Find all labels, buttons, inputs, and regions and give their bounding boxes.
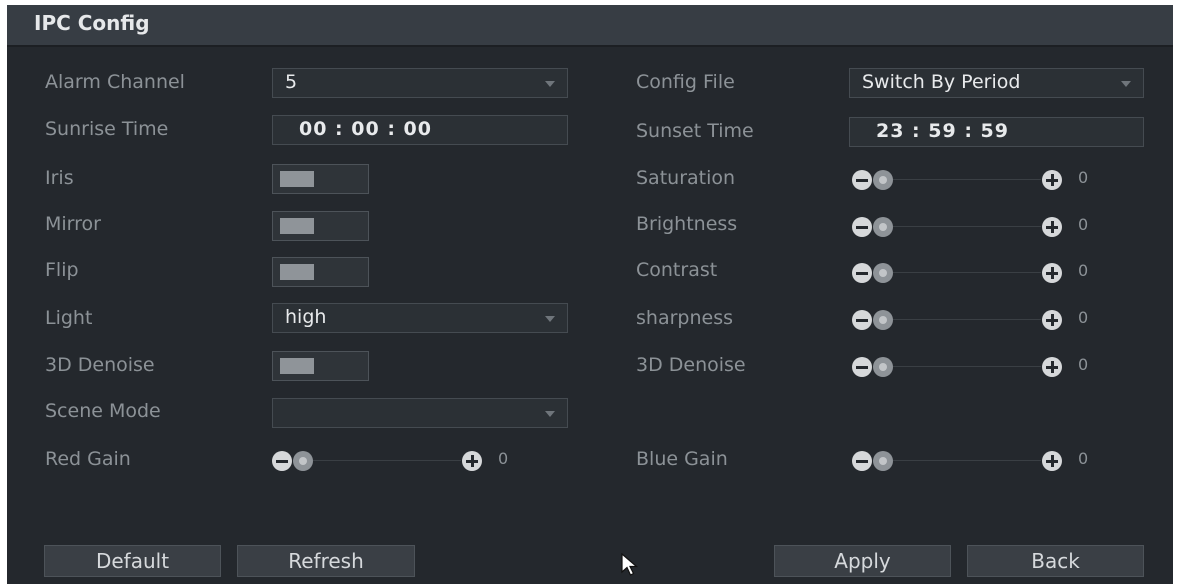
- ipc-config-dialog: IPC Config Alarm Channel 5 Sunrise Time …: [7, 5, 1173, 584]
- blue-gain-slider[interactable]: 0: [852, 449, 1088, 473]
- minus-circle-icon[interactable]: [852, 263, 872, 283]
- iris-toggle[interactable]: [272, 164, 369, 194]
- iris-label: Iris: [45, 167, 74, 189]
- slider-thumb[interactable]: [293, 451, 313, 471]
- 3d-denoise-right-label: 3D Denoise: [636, 354, 746, 376]
- plus-circle-icon[interactable]: [462, 451, 482, 471]
- sharpness-slider[interactable]: 0: [852, 308, 1088, 332]
- minus-circle-icon[interactable]: [852, 170, 872, 190]
- slider-track[interactable]: [893, 460, 1041, 461]
- flip-label: Flip: [45, 259, 79, 281]
- saturation-value: 0: [1078, 168, 1089, 187]
- mirror-label: Mirror: [45, 213, 101, 235]
- blue-gain-label: Blue Gain: [636, 448, 728, 470]
- apply-button[interactable]: Apply: [774, 545, 951, 577]
- 3d-denoise-toggle[interactable]: [272, 351, 369, 381]
- config-file-label: Config File: [636, 71, 735, 93]
- contrast-value: 0: [1078, 261, 1089, 280]
- contrast-label: Contrast: [636, 259, 718, 281]
- slider-track[interactable]: [313, 460, 461, 461]
- toggle-knob: [280, 358, 314, 374]
- plus-circle-icon[interactable]: [1042, 451, 1062, 471]
- caret-down-icon: [545, 81, 555, 87]
- slider-track[interactable]: [893, 226, 1041, 227]
- red-gain-slider[interactable]: 0: [272, 449, 508, 473]
- light-label: Light: [45, 307, 93, 329]
- sharpness-value: 0: [1078, 308, 1089, 327]
- default-button[interactable]: Default: [44, 545, 221, 577]
- minus-circle-icon[interactable]: [272, 451, 292, 471]
- light-value: high: [285, 306, 327, 328]
- caret-down-icon: [545, 411, 555, 417]
- slider-track[interactable]: [893, 319, 1041, 320]
- toggle-knob: [280, 171, 314, 187]
- alarm-channel-value: 5: [285, 71, 298, 93]
- plus-circle-icon[interactable]: [1042, 357, 1062, 377]
- sharpness-label: sharpness: [636, 307, 733, 329]
- plus-circle-icon[interactable]: [1042, 310, 1062, 330]
- back-button[interactable]: Back: [967, 545, 1144, 577]
- minus-circle-icon[interactable]: [852, 310, 872, 330]
- slider-track[interactable]: [893, 366, 1041, 367]
- alarm-channel-label: Alarm Channel: [45, 71, 185, 93]
- sunrise-time-value: 00 : 00 : 00: [299, 118, 432, 140]
- slider-thumb[interactable]: [873, 217, 893, 237]
- brightness-slider[interactable]: 0: [852, 215, 1088, 239]
- slider-track[interactable]: [893, 179, 1041, 180]
- slider-thumb[interactable]: [873, 310, 893, 330]
- minus-circle-icon[interactable]: [852, 357, 872, 377]
- sunset-time-label: Sunset Time: [636, 120, 754, 142]
- scene-mode-select[interactable]: [272, 398, 568, 428]
- scene-mode-label: Scene Mode: [45, 400, 161, 422]
- caret-down-icon: [1121, 81, 1131, 87]
- alarm-channel-select[interactable]: 5: [272, 68, 568, 98]
- contrast-slider[interactable]: 0: [852, 261, 1088, 285]
- brightness-value: 0: [1078, 215, 1089, 234]
- flip-toggle[interactable]: [272, 257, 369, 287]
- title-bar: IPC Config: [7, 5, 1173, 47]
- sunrise-time-label: Sunrise Time: [45, 118, 169, 140]
- slider-thumb[interactable]: [873, 451, 893, 471]
- plus-circle-icon[interactable]: [1042, 170, 1062, 190]
- toggle-knob: [280, 218, 314, 234]
- 3d-denoise-value: 0: [1078, 355, 1089, 374]
- sunset-time-value: 23 : 59 : 59: [876, 120, 1009, 142]
- slider-thumb[interactable]: [873, 170, 893, 190]
- slider-thumb[interactable]: [873, 263, 893, 283]
- minus-circle-icon[interactable]: [852, 451, 872, 471]
- plus-circle-icon[interactable]: [1042, 263, 1062, 283]
- mouse-pointer-icon: [621, 553, 639, 576]
- 3d-denoise-slider[interactable]: 0: [852, 355, 1088, 379]
- caret-down-icon: [545, 316, 555, 322]
- 3d-denoise-label: 3D Denoise: [45, 354, 155, 376]
- light-select[interactable]: high: [272, 303, 568, 333]
- slider-track[interactable]: [893, 272, 1041, 273]
- config-file-select[interactable]: Switch By Period: [849, 68, 1144, 98]
- blue-gain-value: 0: [1078, 449, 1089, 468]
- saturation-label: Saturation: [636, 167, 736, 189]
- brightness-label: Brightness: [636, 213, 738, 235]
- plus-circle-icon[interactable]: [1042, 217, 1062, 237]
- minus-circle-icon[interactable]: [852, 217, 872, 237]
- mirror-toggle[interactable]: [272, 211, 369, 241]
- config-file-value: Switch By Period: [862, 71, 1021, 93]
- sunset-time-input[interactable]: 23 : 59 : 59: [849, 117, 1144, 147]
- dialog-title: IPC Config: [34, 11, 150, 35]
- saturation-slider[interactable]: 0: [852, 168, 1088, 192]
- toggle-knob: [280, 264, 314, 280]
- red-gain-label: Red Gain: [45, 448, 131, 470]
- red-gain-value: 0: [498, 449, 509, 468]
- sunrise-time-input[interactable]: 00 : 00 : 00: [272, 115, 568, 145]
- refresh-button[interactable]: Refresh: [237, 545, 415, 577]
- slider-thumb[interactable]: [873, 357, 893, 377]
